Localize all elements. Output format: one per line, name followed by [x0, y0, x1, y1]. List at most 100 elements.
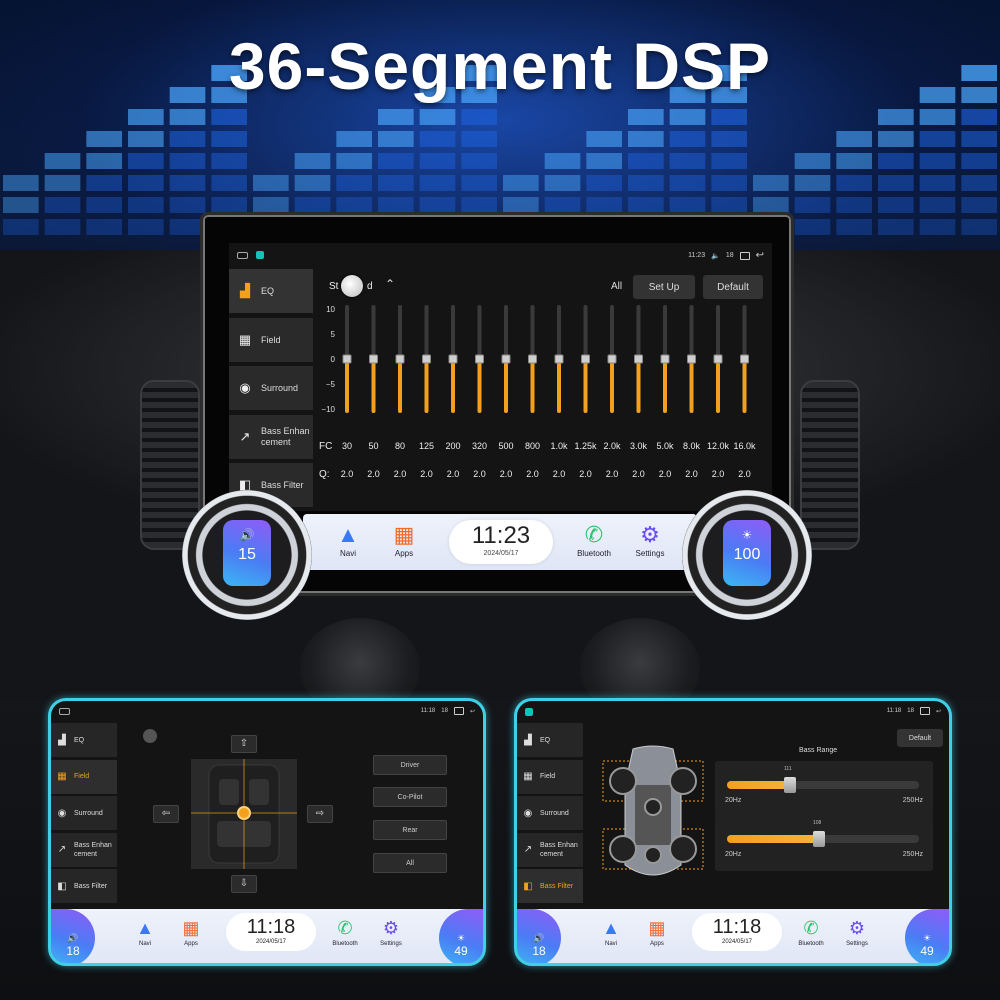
setup-button[interactable]: Set Up — [633, 275, 695, 299]
home-icon[interactable] — [59, 708, 70, 715]
bluetooth-button[interactable]: ✆ Bluetooth — [791, 917, 831, 947]
eq-slider-thumb[interactable] — [342, 354, 352, 364]
brightness-dial[interactable]: ☀ 100 — [682, 490, 812, 620]
bluetooth-button[interactable]: ✆ Bluetooth — [569, 521, 619, 558]
bass-filter-icon: ◧ — [57, 880, 67, 892]
navi-button[interactable]: ▲ Navi — [323, 521, 373, 558]
sidebar-item-field[interactable]: ▦ Field — [229, 317, 313, 362]
navi-button[interactable]: ▲ Navi — [591, 917, 631, 947]
sidebar-item-eq[interactable]: ▟ EQ — [229, 269, 313, 313]
eq-all-label[interactable]: All — [611, 281, 622, 292]
eq-q-value: 2.0 — [712, 469, 725, 479]
slider-track[interactable]: 108 — [727, 820, 919, 847]
back-icon[interactable]: ↩ — [470, 708, 475, 715]
chevron-up-icon[interactable]: ⌃ — [385, 277, 395, 291]
clock-widget[interactable]: 11:18 2024/05/17 — [226, 913, 316, 951]
settings-button[interactable]: ⚙ Settings — [837, 917, 877, 947]
eq-band-label: 200 — [445, 441, 460, 451]
sidebar-item-bass-filter[interactable]: ◧ Bass Filter — [517, 869, 583, 903]
brightness-icon: ☀ — [456, 933, 466, 943]
settings-button[interactable]: ⚙ Settings — [625, 521, 675, 558]
sidebar-item-field[interactable]: ▦ Field — [51, 759, 117, 794]
recent-apps-icon[interactable] — [739, 251, 750, 260]
eq-band-label: 5.0k — [656, 441, 674, 451]
volume-dial[interactable]: 🔊 18 — [517, 909, 561, 963]
eq-slider-thumb[interactable] — [740, 354, 749, 364]
reset-toggle[interactable] — [143, 729, 157, 743]
seat-co-pilot-button[interactable]: Co-Pilot — [373, 787, 447, 807]
back-icon[interactable]: ↩ — [936, 708, 941, 715]
brightness-dial[interactable]: ☀ 49 — [439, 909, 483, 963]
eq-slider-thumb[interactable] — [448, 354, 458, 364]
slider-thumb[interactable]: 111 — [784, 766, 796, 793]
navi-button[interactable]: ▲ Navi — [125, 917, 165, 947]
home-icon[interactable] — [237, 251, 248, 259]
clock-widget[interactable]: 11:18 2024/05/17 — [692, 913, 782, 951]
eq-slider-thumb[interactable] — [634, 354, 643, 364]
eq-band-label: 500 — [498, 441, 513, 451]
settings-button[interactable]: ⚙ Settings — [371, 917, 411, 947]
eq-style-toggle[interactable] — [341, 275, 363, 297]
apps-button[interactable]: ▦ Apps — [171, 917, 211, 947]
arrow-up-button[interactable]: ⇧ — [231, 735, 257, 753]
eq-band-label: 800 — [525, 441, 540, 451]
bluetooth-label: Bluetooth — [332, 941, 358, 947]
brightness-icon: ☀ — [922, 933, 932, 943]
arrow-left-button[interactable]: ⇦ — [153, 805, 179, 823]
eq-slider-thumb[interactable] — [660, 354, 670, 364]
brightness-dial[interactable]: ☀ 49 — [905, 909, 949, 963]
eq-slider-thumb[interactable] — [713, 354, 723, 364]
sidebar-item-bass-enhancement[interactable]: ↗ Bass Enhan cement — [229, 414, 313, 459]
sidebar-item-surround[interactable]: ◉ Surround — [517, 796, 583, 830]
bass-slider-front[interactable]: 111 20Hz 250Hz — [715, 761, 933, 817]
eq-slider-thumb[interactable] — [687, 354, 696, 364]
back-icon[interactable]: ↩ — [756, 250, 764, 261]
eq-slider-thumb[interactable] — [607, 354, 617, 364]
default-button[interactable]: Default — [897, 729, 943, 747]
sidebar-item-surround[interactable]: ◉ Surround — [51, 796, 117, 830]
seat-all-button[interactable]: All — [373, 853, 447, 873]
app-icon[interactable] — [256, 251, 264, 259]
gear-icon: ⚙ — [640, 522, 660, 547]
eq-slider-thumb[interactable] — [528, 354, 537, 364]
arrow-right-button[interactable]: ⇨ — [307, 805, 333, 823]
slider-max-label: 250Hz — [902, 851, 923, 858]
apps-button[interactable]: ▦ Apps — [379, 521, 429, 558]
apps-button[interactable]: ▦ Apps — [637, 917, 677, 947]
sidebar-item-field[interactable]: ▦ Field — [517, 759, 583, 794]
clock-widget[interactable]: 11:23 2024/05/17 — [449, 520, 553, 564]
arrow-down-button[interactable]: ⇩ — [231, 875, 257, 893]
default-button[interactable]: Default — [703, 275, 763, 299]
sidebar-item-eq[interactable]: ▟ EQ — [517, 723, 583, 757]
volume-dial[interactable]: 🔊 15 — [182, 490, 312, 620]
sidebar-item-bass-enhancement[interactable]: ↗ Bass Enhan cement — [517, 832, 583, 867]
eq-slider-thumb[interactable] — [422, 354, 431, 364]
eq-slider-thumb[interactable] — [475, 354, 484, 364]
clock-time: 11:23 — [471, 522, 531, 549]
bass-slider-rear[interactable]: 108 20Hz 250Hz — [715, 815, 933, 871]
surround-icon: ◉ — [523, 807, 533, 819]
navigation-icon: ▲ — [136, 918, 154, 938]
eq-slider-thumb[interactable] — [501, 354, 511, 364]
recent-apps-icon[interactable] — [919, 707, 930, 715]
bluetooth-button[interactable]: ✆ Bluetooth — [325, 917, 365, 947]
sidebar-item-bass-enhancement[interactable]: ↗ Bass Enhan cement — [51, 832, 117, 867]
sidebar-item-surround[interactable]: ◉ Surround — [229, 366, 313, 410]
equalizer-sliders[interactable]: 1050−5−10FCQ:302.0502.0802.01252.02002.0… — [319, 299, 769, 511]
bass-enhance-icon: ↗ — [523, 844, 533, 855]
app-icon[interactable] — [525, 708, 533, 716]
seat-driver-button[interactable]: Driver — [373, 755, 447, 775]
recent-apps-icon[interactable] — [453, 707, 464, 715]
seat-rear-button[interactable]: Rear — [373, 820, 447, 840]
eq-slider-thumb[interactable] — [581, 354, 590, 364]
slider-track[interactable]: 111 — [727, 766, 919, 793]
eq-slider-thumb[interactable] — [369, 354, 378, 364]
car-seat-map[interactable] — [191, 759, 297, 869]
eq-slider-thumb[interactable] — [554, 354, 564, 364]
sidebar-item-eq[interactable]: ▟ EQ — [51, 723, 117, 757]
slider-thumb[interactable]: 108 — [813, 820, 825, 847]
eq-style-label-left: St — [329, 281, 339, 292]
eq-slider-thumb[interactable] — [395, 354, 405, 364]
sidebar-item-bass-filter[interactable]: ◧ Bass Filter — [51, 869, 117, 903]
volume-dial[interactable]: 🔊 18 — [51, 909, 95, 963]
